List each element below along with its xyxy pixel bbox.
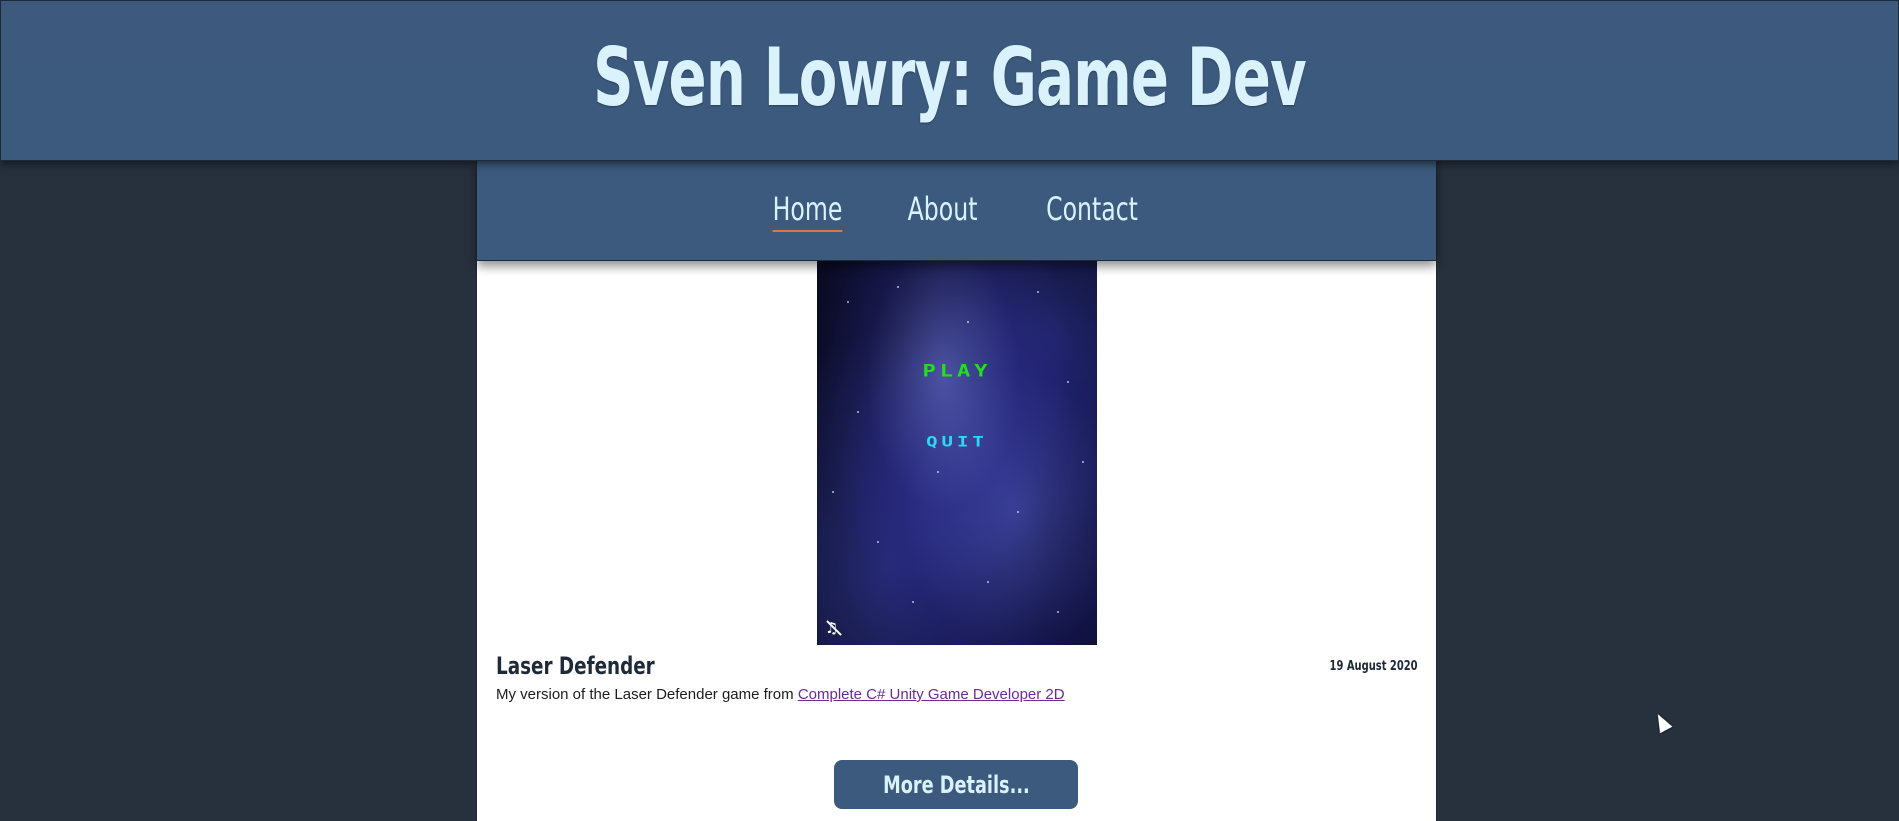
game-play-button: PLAY	[922, 362, 992, 381]
nav-link-about[interactable]: About	[908, 190, 978, 230]
music-muted-icon: ♫	[825, 619, 843, 637]
nav-link-home[interactable]: Home	[773, 190, 843, 232]
game-screenshot: PLAY QUIT ♫	[817, 261, 1097, 645]
site-title: Sven Lowry: Game Dev	[593, 31, 1307, 124]
nav-list: Home About Contact	[477, 190, 1436, 232]
project-date: 19 August 2020	[1329, 659, 1418, 674]
mouse-cursor-icon	[1651, 710, 1673, 734]
project-description: My version of the Laser Defender game fr…	[496, 686, 1065, 703]
nav-item-about: About	[900, 190, 985, 232]
more-details-button[interactable]: More Details...	[834, 760, 1078, 809]
nav-link-contact[interactable]: Contact	[1046, 190, 1138, 230]
game-quit-button: QUIT	[926, 433, 988, 451]
course-link[interactable]: Complete C# Unity Game Developer 2D	[798, 686, 1065, 703]
site-header: Sven Lowry: Game Dev	[0, 0, 1899, 161]
main-nav: Home About Contact	[477, 160, 1436, 261]
project-title: Laser Defender	[496, 652, 655, 680]
content-column: Home About Contact PLAY QUIT ♫ Laser Def…	[476, 160, 1437, 821]
more-details-label: More Details...	[882, 770, 1030, 799]
nav-item-home: Home	[765, 190, 850, 232]
nav-item-contact: Contact	[1036, 190, 1148, 232]
project-description-text: My version of the Laser Defender game fr…	[496, 686, 798, 703]
